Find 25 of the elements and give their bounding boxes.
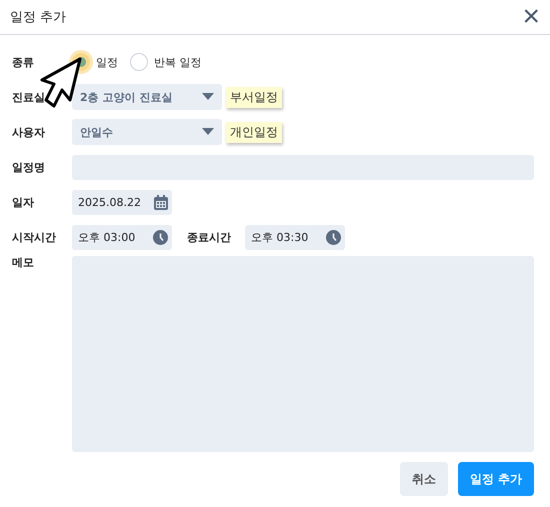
radio-option[interactable]: 일정 — [72, 53, 118, 71]
field-label: 종류 — [12, 54, 35, 70]
tag: 부서일정 — [226, 86, 282, 108]
field-label: 진료실 — [12, 90, 46, 104]
close-button[interactable]: × — [522, 2, 540, 32]
time-field[interactable]: 오후 03:30 — [245, 224, 345, 250]
tag: 개인일정 — [226, 122, 282, 142]
date-field[interactable]: 2025.08.22 — [72, 190, 172, 214]
field-label: 시작시간 — [12, 230, 57, 244]
dialog-title: 일정 추가 — [10, 9, 66, 26]
time-field[interactable]: 오후 03:00 — [72, 224, 172, 250]
calendar-icon — [154, 194, 168, 210]
caret-icon — [202, 128, 214, 136]
field-label: 메모 — [12, 255, 35, 270]
dialog-button[interactable]: 취소 — [400, 462, 448, 496]
dropdown[interactable]: 2층 고양이 진료실 — [72, 84, 222, 110]
clock-icon — [153, 230, 168, 244]
dropdown[interactable]: 안일수 — [72, 119, 222, 145]
field-label: 일정명 — [12, 160, 46, 174]
field-label: 종료시간 — [187, 230, 232, 244]
radio-option[interactable]: 반복 일정 — [130, 53, 202, 71]
field-label: 일자 — [12, 194, 35, 210]
caret-icon — [202, 93, 214, 101]
field-label: 사용자 — [12, 124, 46, 140]
clock-icon — [326, 230, 341, 244]
